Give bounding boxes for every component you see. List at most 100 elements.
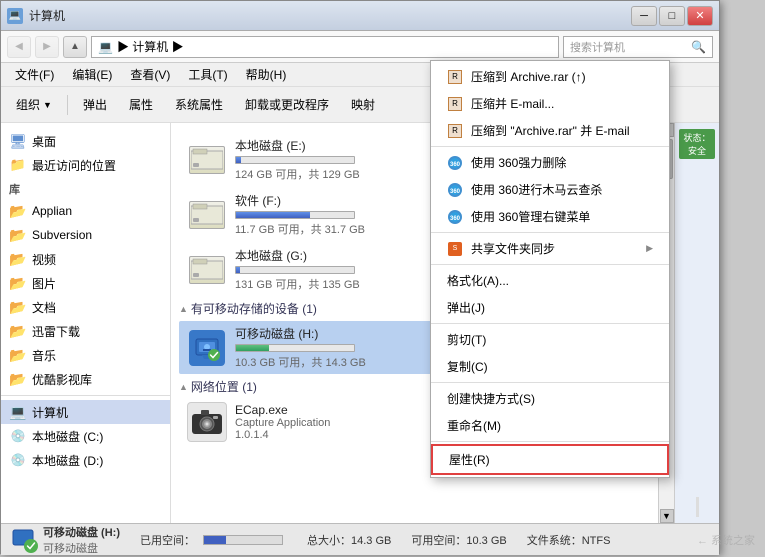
- menu-tools[interactable]: 工具(T): [180, 64, 235, 85]
- ctx-rename[interactable]: 重命名(M): [431, 412, 669, 439]
- scroll-down-button[interactable]: ▼: [660, 509, 674, 523]
- status-bar: 可移动磁盘 (H:) 可移动磁盘 已用空间： 总大小：14.3 GB 可用空间：…: [1, 523, 719, 555]
- search-placeholder: 搜索计算机: [570, 39, 625, 55]
- map-drive-button[interactable]: 映射: [342, 91, 384, 119]
- up-button[interactable]: ▲: [63, 36, 87, 58]
- ctx-eject[interactable]: 弹出(J): [431, 294, 669, 321]
- window-controls: ─ □ ✕: [631, 6, 713, 26]
- sidebar-item-drive-d[interactable]: 💿 本地磁盘 (D:): [1, 448, 170, 472]
- ctx-360-menu[interactable]: 360 使用 360管理右键菜单: [431, 203, 669, 230]
- ctx-compress-archive-email-icon: R: [447, 123, 463, 139]
- organize-button[interactable]: 组织 ▼: [7, 91, 61, 119]
- recent-icon: 📁: [9, 156, 27, 174]
- status-drive-icon: [11, 526, 39, 554]
- ctx-separator-2: [431, 232, 669, 233]
- address-path: ▶ 计算机 ▶: [117, 38, 184, 55]
- ctx-cut[interactable]: 剪切(T): [431, 326, 669, 353]
- properties-button[interactable]: 属性: [120, 91, 162, 119]
- sidebar-item-thunder[interactable]: 📂 迅雷下载: [1, 319, 170, 343]
- window-title: 计算机: [29, 7, 631, 24]
- drive-g-bar: [236, 267, 240, 273]
- status-fs-label: 文件系统：NTFS: [527, 532, 611, 548]
- drive-g-bar-wrap: [235, 266, 355, 274]
- sidebar: 🖥 桌面 📁 最近访问的位置 库 📂 Applian 📂 Subversion …: [1, 123, 171, 523]
- svg-text:360: 360: [450, 162, 461, 168]
- sidebar-item-pictures[interactable]: 📂 图片: [1, 271, 170, 295]
- drive-e-bar-wrap: [235, 156, 355, 164]
- folder-icon-6: 📂: [9, 322, 27, 340]
- folder-icon-7: 📂: [9, 346, 27, 364]
- panel-divider: [696, 497, 699, 517]
- section-arrow: ▲: [179, 304, 188, 314]
- back-button[interactable]: ◀: [7, 36, 31, 58]
- sidebar-item-computer[interactable]: 💻 计算机: [1, 400, 170, 424]
- menu-view[interactable]: 查看(V): [122, 64, 178, 85]
- ctx-separator-1: [431, 146, 669, 147]
- ctx-360-scan[interactable]: 360 使用 360进行木马云查杀: [431, 176, 669, 203]
- sidebar-item-drive-c[interactable]: 💿 本地磁盘 (C:): [1, 424, 170, 448]
- eject-button[interactable]: 弹出: [74, 91, 116, 119]
- search-box[interactable]: 搜索计算机 🔍: [563, 36, 713, 58]
- menu-edit[interactable]: 编辑(E): [64, 64, 120, 85]
- drive-f-bar: [236, 212, 310, 218]
- sidebar-item-subversion[interactable]: 📂 Subversion: [1, 223, 170, 247]
- close-button[interactable]: ✕: [687, 6, 713, 26]
- ctx-compress-rar[interactable]: R 压缩到 Archive.rar (↑): [431, 63, 669, 90]
- status-drive-sublabel: 可移动磁盘: [43, 540, 120, 556]
- ctx-360-menu-icon: 360: [447, 209, 463, 225]
- ctx-separator-6: [431, 441, 669, 442]
- ctx-properties[interactable]: 屋性(R): [431, 444, 669, 475]
- drive-h-icon-wrap: [187, 330, 227, 365]
- svg-text:360: 360: [450, 189, 461, 195]
- drive-f-bar-wrap: [235, 211, 355, 219]
- ctx-copy[interactable]: 复制(C): [431, 353, 669, 380]
- removable-drive-icon: [189, 330, 225, 366]
- sidebar-item-desktop[interactable]: 🖥 桌面: [1, 129, 170, 153]
- context-menu: R 压缩到 Archive.rar (↑) R 压缩并 E-mail... R …: [430, 60, 670, 478]
- menu-file[interactable]: 文件(F): [7, 64, 62, 85]
- organize-arrow: ▼: [43, 100, 52, 110]
- status-filesystem: 文件系统：NTFS: [527, 532, 611, 548]
- watermark: ← 系统之家: [697, 532, 755, 548]
- sidebar-item-youku[interactable]: 📂 优酷影视库: [1, 367, 170, 391]
- removable-section-label: 有可移动存储的设备 (1): [191, 300, 317, 317]
- status-free-space: 可用空间：10.3 GB: [411, 532, 506, 548]
- minimize-button[interactable]: ─: [631, 6, 657, 26]
- folder-icon-4: 📂: [9, 274, 27, 292]
- ctx-separator-3: [431, 264, 669, 265]
- sidebar-item-music[interactable]: 📂 音乐: [1, 343, 170, 367]
- ctx-compress-email-icon: R: [447, 96, 463, 112]
- ctx-create-shortcut[interactable]: 创建快捷方式(S): [431, 385, 669, 412]
- maximize-button[interactable]: □: [659, 6, 685, 26]
- desktop-icon: 🖥: [9, 132, 27, 150]
- drive-h-bar-wrap: [235, 344, 355, 352]
- forward-button[interactable]: ▶: [35, 36, 59, 58]
- ctx-360-delete[interactable]: 360 使用 360强力删除: [431, 149, 669, 176]
- status-drive-label: 可移动磁盘 (H:): [43, 524, 120, 540]
- svg-text:360: 360: [450, 216, 461, 222]
- address-input[interactable]: 💻 ▶ 计算机 ▶: [91, 36, 559, 58]
- ctx-compress-rar-icon: R: [447, 69, 463, 85]
- status-badge: 状态：安全: [679, 129, 715, 159]
- ctx-compress-archive-email[interactable]: R 压缩到 "Archive.rar" 并 E-mail: [431, 117, 669, 144]
- ctx-compress-email[interactable]: R 压缩并 E-mail...: [431, 90, 669, 117]
- status-bar-fill: [204, 536, 226, 544]
- ctx-separator-4: [431, 323, 669, 324]
- ctx-share-sync-icon: S: [447, 241, 463, 257]
- uninstall-button[interactable]: 卸载或更改程序: [236, 91, 338, 119]
- sidebar-item-docs[interactable]: 📂 文档: [1, 295, 170, 319]
- ctx-format[interactable]: 格式化(A)...: [431, 267, 669, 294]
- drive-f-icon-wrap: [187, 197, 227, 232]
- menu-help[interactable]: 帮助(H): [238, 64, 295, 85]
- address-bar: ◀ ▶ ▲ 💻 ▶ 计算机 ▶ 搜索计算机 🔍: [1, 31, 719, 63]
- title-bar: 💻 计算机 ─ □ ✕: [1, 1, 719, 31]
- sys-properties-button[interactable]: 系统属性: [166, 91, 232, 119]
- ctx-share-sync[interactable]: S 共享文件夹同步 ▶: [431, 235, 669, 262]
- status-drive-info: 可移动磁盘 (H:) 可移动磁盘: [11, 524, 120, 556]
- ctx-separator-5: [431, 382, 669, 383]
- sidebar-item-applian[interactable]: 📂 Applian: [1, 199, 170, 223]
- sidebar-item-recent[interactable]: 📁 最近访问的位置: [1, 153, 170, 177]
- info-panel: 状态：安全: [674, 123, 719, 523]
- sidebar-item-video[interactable]: 📂 视频: [1, 247, 170, 271]
- window-icon: 💻: [7, 8, 23, 24]
